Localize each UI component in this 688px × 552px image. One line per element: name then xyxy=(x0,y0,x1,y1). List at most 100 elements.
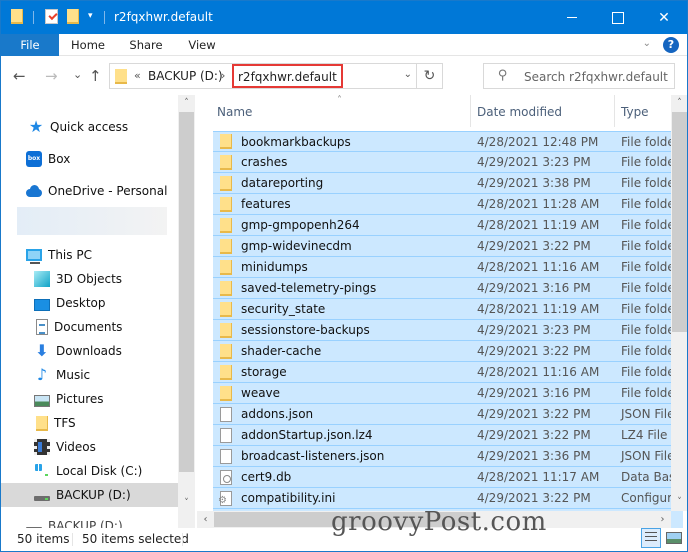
drive-icon xyxy=(34,487,50,503)
breadcrumb-backup-drive[interactable]: BACKUP (D:) xyxy=(148,69,223,83)
folder-icon xyxy=(36,415,48,431)
file-row[interactable]: weave 4/29/2021 3:16 PM File folder xyxy=(213,383,683,404)
file-row[interactable]: broadcast-listeners.json 4/29/2021 3:36 P… xyxy=(213,446,683,467)
nav-item-documents[interactable]: Documents xyxy=(1,315,178,339)
column-separator[interactable] xyxy=(470,95,471,127)
address-dropdown-icon[interactable]: ⌄ xyxy=(404,69,412,80)
tab-home[interactable]: Home xyxy=(63,34,113,56)
scroll-down-arrow[interactable]: ˅ xyxy=(671,494,687,511)
file-date-modified: 4/28/2021 11:16 AM xyxy=(477,260,600,274)
file-row[interactable]: minidumps 4/28/2021 11:16 AM File folder xyxy=(213,257,683,278)
nav-item-downloads[interactable]: ⬇ Downloads xyxy=(1,339,178,363)
file-name: compatibility.ini xyxy=(241,491,336,505)
nav-item-label: Documents xyxy=(54,320,123,334)
nav-item-label: Local Disk (C:) xyxy=(56,464,143,478)
recent-locations-button[interactable]: ⌄ xyxy=(73,68,82,81)
nav-item-local-disk-c[interactable]: Local Disk (C:) xyxy=(1,459,178,483)
folder-icon xyxy=(11,9,23,24)
scroll-down-arrow[interactable]: ˅ xyxy=(178,495,195,512)
file-row[interactable]: addons.json 4/29/2021 3:22 PM JSON File xyxy=(213,404,683,425)
nav-item-desktop[interactable]: Desktop xyxy=(1,291,178,315)
new-folder-icon[interactable] xyxy=(67,9,79,24)
tab-share[interactable]: Share xyxy=(121,34,171,56)
ribbon-tabs: File Home Share View ⌄ ? xyxy=(1,34,687,56)
nav-item-pictures[interactable]: Pictures xyxy=(1,387,178,411)
breadcrumb-separator-icon[interactable]: › xyxy=(221,69,225,82)
refresh-icon[interactable]: ↻ xyxy=(416,64,442,88)
nav-item-tfs[interactable]: TFS xyxy=(1,411,178,435)
nav-item-label: BACKUP (D:) xyxy=(56,488,131,502)
search-input[interactable]: Search r2fqxhwr.default xyxy=(524,70,668,84)
nav-item-backup-d-selected[interactable]: BACKUP (D:) xyxy=(1,483,178,507)
customize-dropdown-icon[interactable]: ▾ xyxy=(88,11,93,29)
file-row[interactable]: features 4/28/2021 11:28 AM File folder xyxy=(213,194,683,215)
minimize-icon[interactable] xyxy=(549,1,595,34)
file-name: cert9.db xyxy=(241,470,292,484)
scrollbar-thumb[interactable] xyxy=(179,112,194,472)
file-row[interactable]: compatibility.ini4/29/2021 3:22 PMConfig… xyxy=(213,488,683,509)
blurred-nav-item[interactable] xyxy=(17,207,167,235)
scroll-up-arrow[interactable]: ˄ xyxy=(671,95,687,112)
file-icon xyxy=(220,406,232,422)
nav-pane-scrollbar[interactable]: ˄ ˅ xyxy=(178,95,195,528)
file-type: JSON File xyxy=(621,449,675,463)
help-icon[interactable]: ? xyxy=(663,37,679,53)
nav-item-label: Box xyxy=(48,152,71,166)
navigation-bar: ← → ⌄ ↑ « BACKUP (D:) › r2fqxhwr.default… xyxy=(1,57,687,95)
file-name: gmp-gmpopenh264 xyxy=(241,218,360,232)
file-row[interactable]: saved-telemetry-pings 4/29/2021 3:16 PM Fi… xyxy=(213,278,683,299)
nav-item-this-pc[interactable]: This PC xyxy=(1,243,178,267)
nav-item-backup-d[interactable]: BACKUP (D:) xyxy=(1,514,178,528)
file-name: weave xyxy=(241,386,281,400)
properties-icon[interactable] xyxy=(45,9,58,24)
file-name: gmp-widevinecdm xyxy=(241,239,352,253)
music-icon: ♪ xyxy=(36,365,48,384)
address-bar[interactable]: « BACKUP (D:) › r2fqxhwr.default ⌄ ↻ xyxy=(109,63,443,89)
details-view-icon[interactable] xyxy=(641,528,661,548)
overflow-chevron-icon[interactable]: « xyxy=(134,69,141,82)
file-row[interactable]: cert9.db4/28/2021 11:17 AMData Base File xyxy=(213,467,683,488)
nav-item-label: TFS xyxy=(54,416,76,430)
file-row[interactable]: datareporting 4/29/2021 3:38 PM File folde… xyxy=(213,173,683,194)
nav-item-music[interactable]: ♪ Music xyxy=(1,363,178,387)
large-icons-view-icon[interactable] xyxy=(663,528,683,548)
expand-ribbon-icon[interactable]: ⌄ xyxy=(643,38,651,49)
maximize-icon[interactable] xyxy=(595,1,641,34)
nav-item-onedrive[interactable]: OneDrive - Personal xyxy=(1,179,178,203)
scroll-right-arrow[interactable]: › xyxy=(654,511,671,528)
breadcrumb-current-folder[interactable]: r2fqxhwr.default xyxy=(232,64,343,88)
documents-icon xyxy=(36,319,48,335)
folder-icon xyxy=(220,385,232,401)
scroll-up-arrow[interactable]: ˄ xyxy=(178,95,195,112)
nav-item-box[interactable]: box Box xyxy=(1,147,178,171)
file-row[interactable]: storage 4/28/2021 11:16 AM File folder xyxy=(213,362,683,383)
close-icon[interactable]: ✕ xyxy=(641,1,687,34)
toolbar-separator xyxy=(33,11,34,24)
nav-item-3d-objects[interactable]: 3D Objects xyxy=(1,267,178,291)
nav-item-quick-access[interactable]: ★ Quick access xyxy=(1,115,178,139)
file-row[interactable]: addonStartup.json.lz4 4/29/2021 3:22 PM LZ… xyxy=(213,425,683,446)
forward-button[interactable]: → xyxy=(45,67,58,85)
column-separator[interactable] xyxy=(614,95,615,127)
file-row[interactable]: gmp-gmpopenh264 4/28/2021 11:19 AM File fo… xyxy=(213,215,683,236)
file-date-modified: 4/29/2021 3:22 PM xyxy=(477,491,591,505)
tab-file[interactable]: File xyxy=(1,34,59,56)
file-name: bookmarkbackups xyxy=(241,134,351,149)
file-name: storage xyxy=(241,365,287,379)
file-row[interactable]: shader-cache 4/29/2021 3:22 PM File folder xyxy=(213,341,683,362)
file-row[interactable]: sessionstore-backups 4/29/2021 3:23 PM Fil… xyxy=(213,320,683,341)
file-row[interactable]: bookmarkbackups 4/28/2021 12:48 PM File fo… xyxy=(213,131,683,152)
search-box[interactable]: ⚲ Search r2fqxhwr.default xyxy=(483,63,675,89)
tab-view[interactable]: View xyxy=(179,34,225,56)
nav-item-videos[interactable]: Videos xyxy=(1,435,178,459)
folder-icon xyxy=(220,364,232,380)
scroll-left-arrow[interactable]: ‹ xyxy=(197,511,214,528)
up-button[interactable]: ↑ xyxy=(89,67,102,85)
folder-icon xyxy=(220,259,232,275)
file-row[interactable]: security_state 4/28/2021 11:19 AM File fol… xyxy=(213,299,683,320)
file-row[interactable]: crashes 4/29/2021 3:23 PM File folder xyxy=(213,152,683,173)
file-list-vertical-scrollbar[interactable]: ˄ ˅ xyxy=(671,95,687,511)
back-button[interactable]: ← xyxy=(13,67,26,85)
scrollbar-thumb[interactable] xyxy=(672,112,687,332)
file-row[interactable]: gmp-widevinecdm 4/29/2021 3:22 PM File fol… xyxy=(213,236,683,257)
